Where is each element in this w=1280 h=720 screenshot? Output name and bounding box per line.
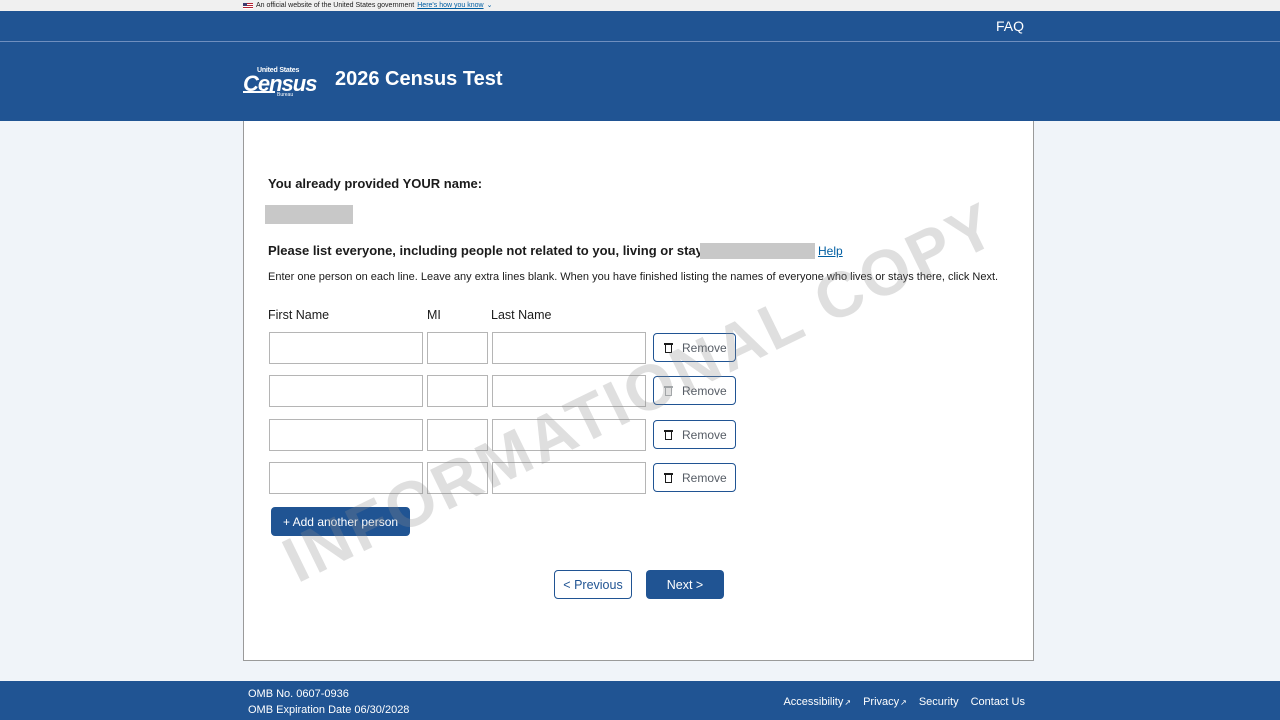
first-name-input[interactable]	[269, 332, 423, 364]
trash-icon	[664, 472, 673, 483]
help-link[interactable]: Help	[818, 244, 843, 258]
heres-how-you-know-link[interactable]: Here's how you know	[417, 0, 483, 11]
question-label: Please list everyone, including people n…	[268, 243, 738, 258]
us-flag-icon	[243, 2, 253, 9]
mi-column-label: MI	[427, 308, 441, 322]
previous-button[interactable]: < Previous	[554, 570, 632, 599]
already-provided-label: You already provided YOUR name:	[268, 176, 483, 191]
footer-link-label: Accessibility	[783, 696, 844, 708]
first-name-column-label: First Name	[268, 308, 330, 322]
middle-initial-input[interactable]	[427, 375, 488, 407]
remove-button[interactable]: Remove	[653, 333, 736, 362]
footer-links: Accessibility↗ Privacy↗ Security Contact…	[783, 696, 1025, 708]
person-row: Remove	[269, 375, 739, 407]
census-bureau-logo[interactable]: United States Census Bureau	[243, 67, 317, 99]
site-footer: OMB No. 0607-0936 OMB Expiration Date 06…	[0, 681, 1280, 720]
remove-label: Remove	[682, 383, 727, 398]
external-link-icon: ↗	[844, 698, 852, 707]
remove-button[interactable]: Remove	[653, 420, 736, 449]
person-row: Remove	[269, 332, 739, 364]
middle-initial-input[interactable]	[427, 462, 488, 494]
footer-link-label: Privacy	[863, 696, 900, 708]
last-name-input[interactable]	[492, 375, 646, 407]
last-name-input[interactable]	[492, 419, 646, 451]
footer-link-security[interactable]: Security	[919, 696, 959, 708]
last-name-input[interactable]	[492, 332, 646, 364]
next-button[interactable]: Next >	[646, 570, 724, 599]
footer-link-accessibility[interactable]: Accessibility↗	[783, 696, 851, 708]
last-name-column-label: Last Name	[491, 308, 552, 322]
first-name-input[interactable]	[269, 375, 423, 407]
remove-button[interactable]: Remove	[653, 463, 736, 492]
gov-banner: An official website of the United States…	[0, 0, 1280, 11]
logo-underline	[243, 91, 275, 93]
omb-expiration: OMB Expiration Date 06/30/2028	[248, 704, 410, 716]
site-title: 2026 Census Test	[335, 68, 503, 90]
redacted-name	[265, 205, 353, 224]
external-link-icon: ↗	[900, 698, 907, 707]
first-name-input[interactable]	[269, 462, 423, 494]
person-row: Remove	[269, 462, 739, 494]
footer-link-contact-us[interactable]: Contact Us	[971, 696, 1025, 708]
first-name-input[interactable]	[269, 419, 423, 451]
header-divider	[0, 41, 1280, 42]
remove-button[interactable]: Remove	[653, 376, 736, 405]
omb-number: OMB No. 0607-0936	[248, 688, 349, 700]
last-name-input[interactable]	[492, 462, 646, 494]
footer-link-privacy[interactable]: Privacy↗	[863, 696, 907, 708]
gov-banner-text: An official website of the United States…	[256, 2, 415, 9]
instructions-text: Enter one person on each line. Leave any…	[268, 271, 999, 283]
chevron-down-icon[interactable]: ⌄	[487, 0, 493, 11]
remove-label: Remove	[682, 470, 727, 485]
middle-initial-input[interactable]	[427, 419, 488, 451]
remove-label: Remove	[682, 340, 727, 355]
logo-bottom-text: Bureau	[277, 92, 294, 98]
redacted-address	[700, 243, 815, 259]
person-row: Remove	[269, 419, 739, 451]
trash-icon	[664, 385, 673, 396]
middle-initial-input[interactable]	[427, 332, 488, 364]
faq-link[interactable]: FAQ	[996, 18, 1024, 34]
remove-label: Remove	[682, 427, 727, 442]
site-header: FAQ United States Census Bureau 2026 Cen…	[0, 11, 1280, 121]
trash-icon	[664, 429, 673, 440]
add-another-person-button[interactable]: + Add another person	[271, 507, 410, 536]
form-card: You already provided YOUR name: Please l…	[243, 121, 1034, 661]
trash-icon	[664, 342, 673, 353]
